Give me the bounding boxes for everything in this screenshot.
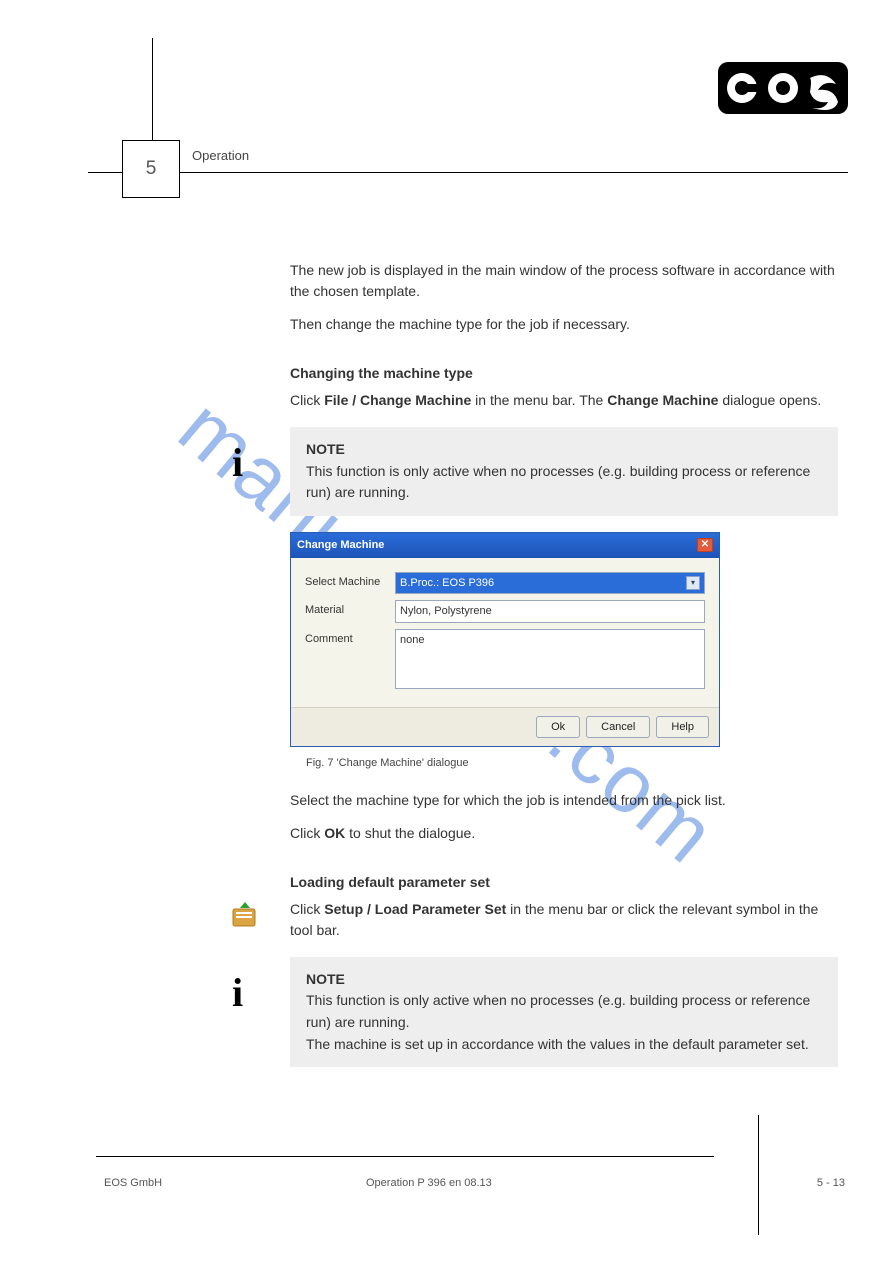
footer-company: EOS GmbH xyxy=(104,1177,162,1189)
chevron-down-icon[interactable]: ▾ xyxy=(686,576,700,590)
note-label: NOTE xyxy=(306,441,345,457)
label-select-machine: Select Machine xyxy=(305,572,395,595)
cancel-button[interactable]: Cancel xyxy=(586,716,650,739)
heading-load-param: Loading default parameter set xyxy=(290,872,838,893)
note-label: NOTE xyxy=(306,971,345,987)
info-icon: i xyxy=(232,963,243,1023)
heading-change-machine: Changing the machine type xyxy=(290,363,838,384)
change-machine-paragraph: Click File / Change Machine in the menu … xyxy=(290,390,838,411)
load-parameter-set-icon xyxy=(230,901,260,929)
dialog-footer: Ok Cancel Help xyxy=(291,707,719,747)
note-box-1: NOTE This function is only active when n… xyxy=(290,427,838,516)
material-value: Nylon, Polystyrene xyxy=(400,603,492,620)
ok-button[interactable]: Ok xyxy=(536,716,580,739)
dialog-titlebar: Change Machine ✕ xyxy=(291,533,719,558)
note-text-2a: This function is only active when no pro… xyxy=(306,992,810,1030)
dialog-body: Select Machine B.Proc.: EOS P396 ▾ Mater… xyxy=(291,558,719,707)
info-icon: i xyxy=(232,433,243,493)
param-paragraph: Click Setup / Load Parameter Set in the … xyxy=(290,899,838,941)
footer-doc-id: Operation P 396 en 08.13 xyxy=(366,1177,492,1189)
rule-bottom-vertical xyxy=(758,1115,759,1235)
comment-value: none xyxy=(400,632,424,649)
dialog-title: Change Machine xyxy=(297,537,384,554)
note-box-2: NOTE This function is only active when n… xyxy=(290,957,838,1068)
rule-bottom-horizontal xyxy=(96,1156,714,1157)
change-machine-dialog: Change Machine ✕ Select Machine B.Proc.:… xyxy=(290,532,720,747)
comment-field[interactable]: none xyxy=(395,629,705,689)
intro-paragraph-2: Then change the machine type for the job… xyxy=(290,314,838,335)
label-material: Material xyxy=(305,600,395,623)
info-block-2: i NOTE This function is only active when… xyxy=(290,957,838,1068)
close-icon[interactable]: ✕ xyxy=(697,538,713,552)
note-text-2b: The machine is set up in accordance with… xyxy=(306,1036,809,1052)
steps-paragraph-2: Click OK to shut the dialogue. xyxy=(290,823,838,844)
body-content: The new job is displayed in the main win… xyxy=(290,260,838,1083)
steps-2a: Click xyxy=(290,825,324,841)
footer-page: 5 - 13 xyxy=(817,1177,845,1189)
help-button[interactable]: Help xyxy=(656,716,709,739)
select-machine-value: B.Proc.: EOS P396 xyxy=(400,575,494,592)
steps-2b: to shut the dialogue. xyxy=(345,825,475,841)
figure-caption: Fig. 7 'Change Machine' dialogue xyxy=(306,755,838,772)
intro-paragraph-1: The new job is displayed in the main win… xyxy=(290,260,838,302)
label-comment: Comment xyxy=(305,629,395,689)
material-field[interactable]: Nylon, Polystyrene xyxy=(395,600,705,623)
company-logo xyxy=(718,62,848,114)
note-text-1: This function is only active when no pro… xyxy=(306,463,810,501)
select-machine-field[interactable]: B.Proc.: EOS P396 ▾ xyxy=(395,572,705,595)
info-block-1: i NOTE This function is only active when… xyxy=(290,427,838,516)
eos-logo-svg xyxy=(718,62,848,114)
steps-paragraph-1: Select the machine type for which the jo… xyxy=(290,790,838,811)
change-machine-text: Click File / Change Machine in the menu … xyxy=(290,392,821,408)
page-number: 5 xyxy=(146,158,157,180)
rule-top-horizontal xyxy=(88,172,848,173)
page-number-box: 5 xyxy=(122,140,180,198)
ok-literal: OK xyxy=(324,825,345,841)
section-label: Operation xyxy=(192,148,249,163)
